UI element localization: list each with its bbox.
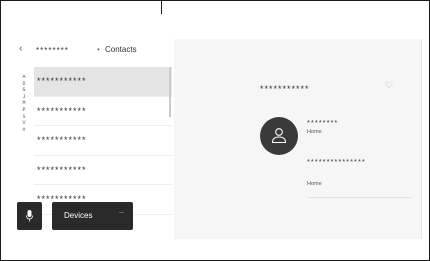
- index-letter[interactable]: P: [21, 107, 27, 114]
- divider: [307, 197, 412, 198]
- alphabet-index[interactable]: A D G J M P S V #: [21, 74, 27, 133]
- contact-list-item-selected[interactable]: ***********: [34, 67, 172, 97]
- header-separator: •: [97, 45, 100, 54]
- index-letter[interactable]: J: [21, 94, 27, 101]
- devices-button-label: Devices: [64, 211, 93, 220]
- phone-type-label-1: Home: [307, 129, 322, 135]
- contact-list-pane: ‹ ******** • Contacts A D G J M P S V # …: [11, 39, 174, 239]
- devices-button[interactable]: Devices: [52, 202, 133, 230]
- avatar: [260, 117, 298, 155]
- index-letter[interactable]: V: [21, 120, 27, 127]
- list-scrollbar[interactable]: [169, 67, 171, 117]
- index-letter[interactable]: #: [21, 127, 27, 134]
- voice-command-button[interactable]: [17, 202, 42, 230]
- microphone-icon: [26, 210, 33, 222]
- device-name: ********: [36, 46, 69, 55]
- frame-pointer-line: [161, 1, 162, 14]
- phone-number-1[interactable]: ********: [307, 118, 338, 127]
- contact-detail-pane: *********** ♡ ******** Home ************…: [174, 39, 421, 239]
- contact-list-item[interactable]: ***********: [34, 97, 172, 126]
- index-letter[interactable]: D: [21, 81, 27, 88]
- contact-detail-name: ***********: [260, 84, 310, 94]
- index-letter[interactable]: A: [21, 74, 27, 81]
- person-icon: [271, 128, 287, 143]
- index-letter[interactable]: M: [21, 100, 27, 107]
- phone-number-2[interactable]: ***************: [307, 157, 366, 166]
- phone-type-label-2: Home: [307, 181, 322, 187]
- list-header: ‹ ******** • Contacts: [11, 39, 174, 61]
- page-title: Contacts: [105, 45, 137, 54]
- index-letter[interactable]: G: [21, 87, 27, 94]
- contacts-screen: ‹ ******** • Contacts A D G J M P S V # …: [11, 39, 422, 239]
- devices-indicator-icon: [119, 212, 124, 213]
- heart-icon[interactable]: ♡: [385, 80, 393, 91]
- contact-list-item[interactable]: ***********: [34, 126, 172, 156]
- chevron-left-icon[interactable]: ‹: [19, 44, 22, 54]
- contact-list-item[interactable]: ***********: [34, 156, 172, 185]
- index-letter[interactable]: S: [21, 114, 27, 121]
- screen-frame: ‹ ******** • Contacts A D G J M P S V # …: [0, 0, 430, 261]
- contact-list: *********** *********** *********** ****…: [34, 67, 172, 215]
